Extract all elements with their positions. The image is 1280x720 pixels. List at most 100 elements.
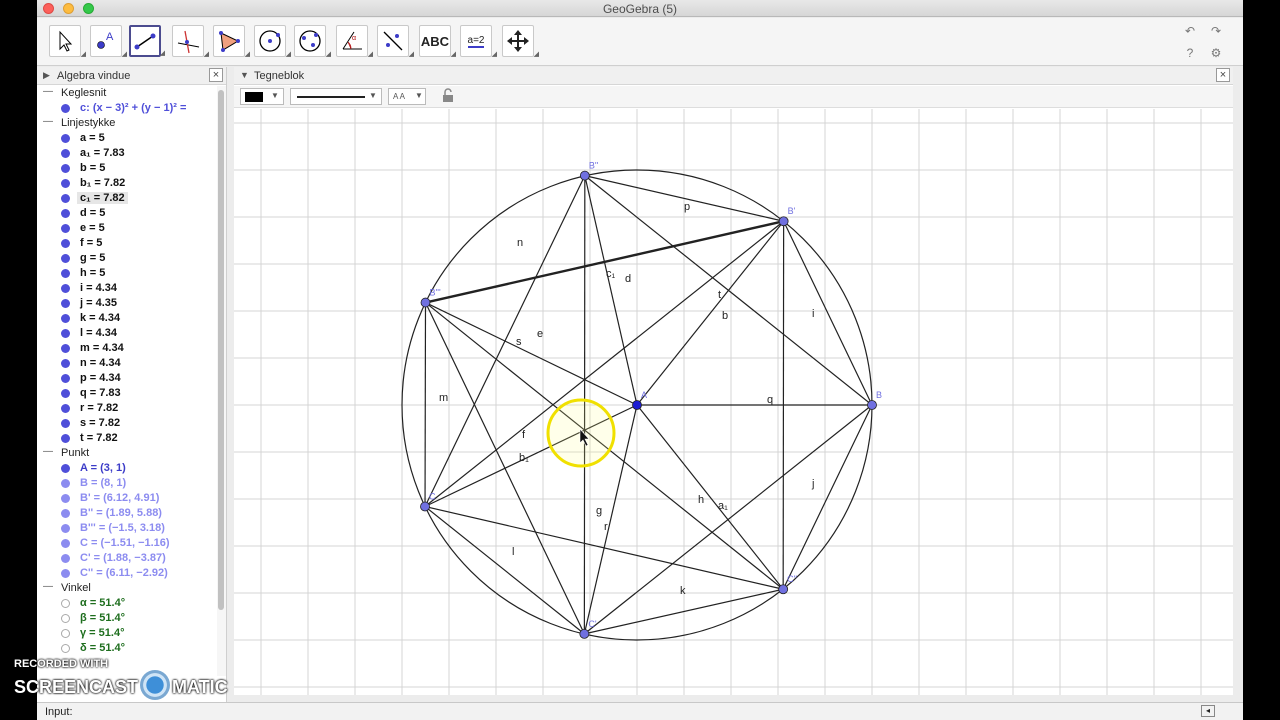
algebra-item[interactable]: d = 5 [37, 206, 213, 221]
visibility-toggle[interactable] [61, 104, 70, 113]
algebra-group[interactable]: — Punkt [37, 446, 213, 461]
settings-icon[interactable]: ⚙ [1207, 46, 1225, 60]
scrollbar-thumb[interactable] [218, 90, 224, 610]
help-icon[interactable]: ? [1181, 46, 1199, 60]
visibility-toggle[interactable] [61, 299, 70, 308]
visibility-toggle[interactable] [61, 479, 70, 488]
segment[interactable] [783, 220, 873, 406]
algebra-item[interactable]: γ = 51.4° [37, 626, 213, 641]
algebra-item[interactable]: A = (3, 1) [37, 461, 213, 476]
visibility-toggle[interactable] [61, 224, 70, 233]
visibility-toggle[interactable] [61, 599, 70, 608]
circle-tool[interactable]: ◢ [254, 25, 291, 58]
visibility-toggle[interactable] [61, 134, 70, 143]
collapse-arrow-icon[interactable]: ▶ [43, 70, 50, 81]
algebra-item[interactable]: i = 4.34 [37, 281, 213, 296]
visibility-toggle[interactable] [61, 239, 70, 248]
visibility-toggle[interactable] [61, 569, 70, 578]
angle-tool[interactable]: α ◢ [336, 25, 373, 58]
visibility-toggle[interactable] [61, 419, 70, 428]
visibility-toggle[interactable] [61, 194, 70, 203]
visibility-toggle[interactable] [61, 509, 70, 518]
segment[interactable] [584, 175, 638, 406]
segment[interactable] [636, 404, 784, 590]
point-bppp[interactable] [420, 297, 431, 308]
algebra-scrollbar[interactable] [217, 86, 226, 676]
visibility-toggle[interactable] [61, 464, 70, 473]
segment[interactable] [425, 302, 638, 406]
algebra-item[interactable]: c: (x − 3)² + (y − 1)² = [37, 101, 213, 116]
keyboard-toggle-icon[interactable]: ◂ [1201, 705, 1215, 717]
visibility-toggle[interactable] [61, 209, 70, 218]
algebra-item[interactable]: α = 51.4° [37, 596, 213, 611]
segment[interactable] [782, 404, 873, 590]
visibility-toggle[interactable] [61, 629, 70, 638]
visibility-toggle[interactable] [61, 644, 70, 653]
algebra-item[interactable]: e = 5 [37, 221, 213, 236]
visibility-toggle[interactable] [61, 284, 70, 293]
point-c[interactable] [420, 501, 430, 512]
line-style-picker[interactable]: ▼ [290, 88, 382, 105]
visibility-toggle[interactable] [61, 614, 70, 623]
point-bpp[interactable] [579, 170, 590, 181]
algebra-item[interactable]: m = 4.34 [37, 341, 213, 356]
visibility-toggle[interactable] [61, 359, 70, 368]
point-bp[interactable] [778, 216, 789, 227]
algebra-item[interactable]: B = (8, 1) [37, 476, 213, 491]
algebra-item[interactable]: a = 5 [37, 131, 213, 146]
visibility-toggle[interactable] [61, 149, 70, 158]
slider-tool[interactable]: a=2 ◢ [460, 25, 497, 58]
algebra-item[interactable]: C' = (1.88, −3.87) [37, 551, 213, 566]
drawing-canvas[interactable]: p n c₁ d tb i e s m q f b₁ j h a₁ gr l k A B B' B'' B''' C C' C'' [234, 109, 1233, 695]
collapse-group-icon[interactable]: — [43, 116, 53, 127]
algebra-item[interactable]: b₁ = 7.82 [37, 176, 213, 191]
point-cp[interactable] [579, 628, 590, 639]
visibility-toggle[interactable] [61, 434, 70, 443]
visibility-toggle[interactable] [61, 269, 70, 278]
algebra-item[interactable]: a₁ = 7.83 [37, 146, 213, 161]
algebra-item[interactable]: n = 4.34 [37, 356, 213, 371]
collapse-group-icon[interactable]: — [43, 86, 53, 97]
algebra-item[interactable]: k = 4.34 [37, 311, 213, 326]
visibility-toggle[interactable] [61, 374, 70, 383]
text-tool[interactable]: ABC ◢ [419, 25, 456, 58]
algebra-item[interactable]: B'' = (1.89, 5.88) [37, 506, 213, 521]
segment-tool[interactable]: ◢ [129, 25, 165, 57]
point-tool[interactable]: A ◢ [90, 25, 127, 58]
move-view-tool[interactable]: ◢ [502, 25, 539, 58]
algebra-group[interactable]: — Linjestykke [37, 116, 213, 131]
visibility-toggle[interactable] [61, 164, 70, 173]
visibility-toggle[interactable] [61, 389, 70, 398]
move-tool[interactable]: ◢ [49, 25, 86, 58]
redo-button[interactable]: ↷ [1207, 24, 1225, 38]
algebra-item[interactable]: B''' = (−1.5, 3.18) [37, 521, 213, 536]
label-size-picker[interactable]: A A ▼ [388, 88, 426, 105]
perpendicular-tool[interactable]: ◢ [172, 25, 209, 58]
visibility-toggle[interactable] [61, 179, 70, 188]
collapse-arrow-icon[interactable]: ▼ [240, 70, 249, 80]
algebra-item[interactable]: C'' = (6.11, −2.92) [37, 566, 213, 581]
algebra-item[interactable]: q = 7.83 [37, 386, 213, 401]
visibility-toggle[interactable] [61, 314, 70, 323]
algebra-item[interactable]: r = 7.82 [37, 401, 213, 416]
visibility-toggle[interactable] [61, 554, 70, 563]
segment[interactable] [583, 404, 873, 635]
algebra-item[interactable]: b = 5 [37, 161, 213, 176]
algebra-group[interactable]: — Vinkel [37, 581, 213, 596]
undo-button[interactable]: ↶ [1181, 24, 1199, 38]
close-algebra-button[interactable]: × [209, 68, 223, 82]
lock-icon[interactable] [439, 88, 461, 105]
visibility-toggle[interactable] [61, 539, 70, 548]
collapse-group-icon[interactable]: — [43, 446, 53, 457]
color-picker[interactable]: ▼ [240, 88, 284, 105]
reflect-tool[interactable]: ◢ [377, 25, 414, 58]
algebra-item[interactable]: δ = 51.4° [37, 641, 213, 656]
visibility-toggle[interactable] [61, 494, 70, 503]
point-cpp[interactable] [778, 584, 789, 595]
algebra-item[interactable]: g = 5 [37, 251, 213, 266]
algebra-item[interactable]: C = (−1.51, −1.16) [37, 536, 213, 551]
algebra-group[interactable]: — Keglesnit [37, 86, 213, 101]
visibility-toggle[interactable] [61, 524, 70, 533]
algebra-item[interactable]: j = 4.35 [37, 296, 213, 311]
visibility-toggle[interactable] [61, 404, 70, 413]
